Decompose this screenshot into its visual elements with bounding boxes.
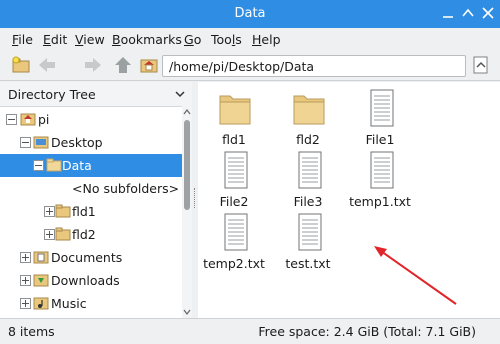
new-folder-icon [12,56,30,73]
path-bar[interactable] [162,55,466,77]
tree-item-fld1[interactable]: fld1 [0,200,182,223]
scrollbar-thumb[interactable] [184,120,190,210]
status-bar: 8 items Free space: 2.4 GiB (Total: 7.1 … [0,318,500,344]
pane-selector[interactable]: Directory Tree [0,82,192,107]
collapse-toggle[interactable] [20,137,31,148]
downloads-folder-icon [33,274,49,287]
expand-toggle[interactable] [44,229,55,240]
menu-view[interactable]: View [75,32,105,47]
home-button[interactable] [138,54,160,76]
path-input[interactable] [163,56,465,76]
scroll-up-icon [183,109,191,115]
back-arrow-icon [39,58,55,72]
go-button[interactable] [470,54,492,76]
go-icon [473,56,488,74]
music-folder-icon [33,297,49,310]
file-manager-window: Data File Edit View Bookmarks Go Tools H… [0,0,500,344]
documents-folder-icon [33,251,49,264]
forward-button[interactable] [82,54,104,76]
maximize-button[interactable] [460,5,476,21]
expand-toggle[interactable] [20,252,31,263]
minimize-button[interactable] [440,5,456,21]
expand-toggle[interactable] [20,298,31,309]
directory-tree: pi Desktop Data <No subfolders> fld1 fld… [0,106,182,318]
home-folder-icon [20,113,36,126]
close-button[interactable] [480,5,496,21]
menu-tools[interactable]: Tools [211,32,242,47]
item-count: 8 items [8,324,55,339]
home-icon [140,59,158,73]
file-view: fld1 fld2 File1 File2 File3 temp1.txt te… [198,82,500,318]
forward-arrow-icon [85,58,101,72]
tree-item-pi[interactable]: pi [0,108,182,131]
folder-icon [46,158,62,172]
tree-item-documents[interactable]: Documents [0,246,182,269]
window-title: Data [234,6,266,21]
expand-toggle[interactable] [44,206,55,217]
menu-file[interactable]: File [12,32,33,47]
tree-item-empty: <No subfolders> [72,181,180,196]
directory-tree-pane: Directory Tree pi Desktop Data <No subfo… [0,82,193,318]
expand-toggle[interactable] [20,275,31,286]
up-arrow-icon [115,57,131,73]
toolbar [0,50,500,81]
tree-item-downloads[interactable]: Downloads [0,269,182,292]
pane-title: Directory Tree [8,87,96,102]
minimize-icon [443,16,453,18]
splitter-grip [194,188,197,208]
annotation-arrow-icon [374,246,457,305]
menu-go[interactable]: Go [184,32,201,47]
up-button[interactable] [112,54,134,76]
tree-scrollbar[interactable] [182,106,192,318]
menu-help[interactable]: Help [252,32,281,47]
new-folder-button[interactable] [10,54,32,76]
scroll-down-icon [183,309,191,315]
tree-item-data[interactable]: Data [0,154,182,177]
title-bar[interactable]: Data [0,0,500,28]
free-space: Free space: 2.4 GiB (Total: 7.1 GiB) [258,324,476,339]
folder-icon [55,227,71,241]
collapse-toggle[interactable] [33,160,44,171]
menu-bookmarks[interactable]: Bookmarks [112,32,182,47]
chevron-down-icon [175,91,185,98]
folder-icon [55,204,71,218]
collapse-toggle[interactable] [6,114,17,125]
desktop-icon [33,136,49,149]
back-button[interactable] [36,54,58,76]
tree-item-music[interactable]: Music [0,292,182,315]
tree-item-fld2[interactable]: fld2 [0,223,182,246]
maximize-icon [462,8,474,17]
menu-bar: File Edit View Bookmarks Go Tools Help [0,28,500,50]
tree-item-desktop[interactable]: Desktop [0,131,182,154]
menu-edit[interactable]: Edit [43,32,67,47]
close-icon [482,7,494,19]
